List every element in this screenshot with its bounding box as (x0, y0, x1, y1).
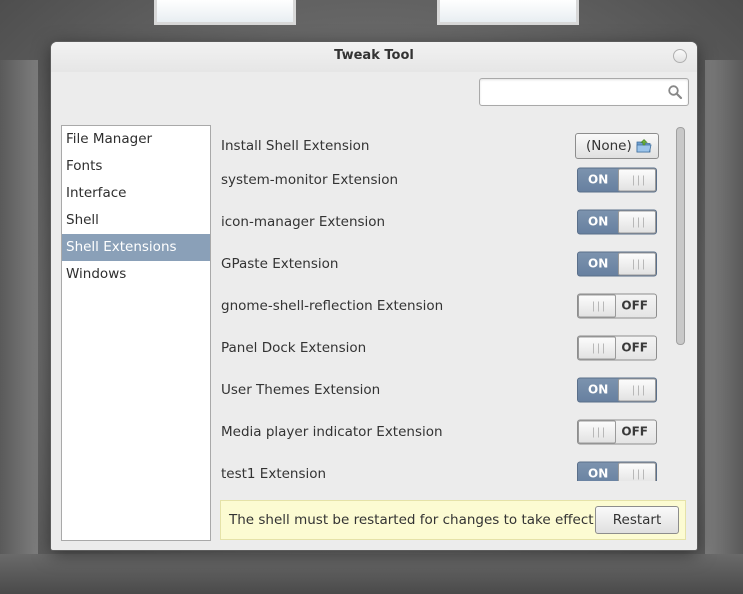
switch-state-label: ON (588, 256, 609, 271)
extensions-list: Install Shell Extension (None) system-mo… (219, 125, 685, 481)
switch-knob[interactable] (618, 210, 656, 234)
extension-toggle-switch[interactable]: OFF (577, 419, 657, 445)
switch-knob[interactable] (578, 294, 616, 318)
switch-knob[interactable] (618, 168, 656, 192)
extension-label: User Themes Extension (221, 382, 381, 398)
search-icon[interactable] (667, 84, 683, 100)
grip-icon (633, 469, 644, 480)
grip-icon (633, 385, 644, 396)
window-title: Tweak Tool (334, 48, 414, 63)
switch-state-label: ON (588, 382, 609, 397)
tweak-tool-window: Tweak Tool File Manager Fonts Interface She… (51, 42, 697, 550)
switch-knob[interactable] (618, 378, 656, 402)
install-extension-file-button[interactable]: (None) (575, 133, 659, 159)
extension-row: User Themes Extension ON (219, 369, 671, 411)
file-button-label: (None) (586, 138, 632, 154)
background-left-wall (0, 60, 38, 560)
close-icon[interactable] (673, 49, 687, 63)
folder-open-icon (636, 139, 652, 153)
extension-row: gnome-shell-reflection Extension OFF (219, 285, 671, 327)
extension-label: gnome-shell-reflection Extension (221, 298, 444, 314)
extension-row: Media player indicator Extension OFF (219, 411, 671, 453)
background-skylight (437, 0, 579, 25)
extension-toggle-switch[interactable]: OFF (577, 293, 657, 319)
extension-toggle-switch[interactable]: ON (577, 167, 657, 193)
grip-icon (593, 343, 604, 354)
scrollbar-thumb[interactable] (676, 127, 685, 345)
extension-label: system-monitor Extension (221, 172, 399, 188)
extension-toggle-switch[interactable]: ON (577, 461, 657, 481)
restart-button[interactable]: Restart (595, 506, 679, 534)
switch-state-label: OFF (621, 340, 648, 355)
extension-toggle-switch[interactable]: ON (577, 251, 657, 277)
titlebar[interactable]: Tweak Tool (51, 42, 697, 72)
background-skylight (154, 0, 296, 25)
background-floor (0, 554, 743, 594)
grip-icon (633, 175, 644, 186)
grip-icon (633, 217, 644, 228)
extension-toggle-switch[interactable]: ON (577, 209, 657, 235)
extension-row: test1 Extension ON (219, 453, 671, 481)
search-input[interactable] (479, 78, 689, 106)
background-right-wall (705, 60, 743, 560)
extension-row: Panel Dock Extension OFF (219, 327, 671, 369)
sidebar-item-file-manager[interactable]: File Manager (62, 126, 210, 153)
switch-knob[interactable] (578, 336, 616, 360)
sidebar-item-shell-extensions[interactable]: Shell Extensions (62, 234, 210, 261)
switch-state-label: ON (588, 214, 609, 229)
switch-state-label: ON (588, 466, 609, 481)
grip-icon (593, 301, 604, 312)
grip-icon (593, 427, 604, 438)
extension-row: icon-manager Extension ON (219, 201, 671, 243)
sidebar-item-windows[interactable]: Windows (62, 261, 210, 288)
restart-infobar: The shell must be restarted for changes … (220, 500, 686, 540)
switch-state-label: OFF (621, 298, 648, 313)
sidebar-item-interface[interactable]: Interface (62, 180, 210, 207)
extension-row: GPaste Extension ON (219, 243, 671, 285)
extension-label: Media player indicator Extension (221, 424, 443, 440)
grip-icon (633, 259, 644, 270)
extension-label: icon-manager Extension (221, 214, 386, 230)
switch-knob[interactable] (618, 462, 656, 481)
extension-toggle-switch[interactable]: ON (577, 377, 657, 403)
sidebar-item-fonts[interactable]: Fonts (62, 153, 210, 180)
extension-label: Panel Dock Extension (221, 340, 367, 356)
extension-label: test1 Extension (221, 466, 327, 481)
extension-label: GPaste Extension (221, 256, 339, 272)
extension-toggle-switch[interactable]: OFF (577, 335, 657, 361)
extension-row: system-monitor Extension ON (219, 159, 671, 201)
switch-state-label: ON (588, 172, 609, 187)
scrollbar[interactable] (675, 125, 685, 481)
switch-knob[interactable] (578, 420, 616, 444)
install-extension-label: Install Shell Extension (221, 138, 370, 154)
sidebar: File Manager Fonts Interface Shell Shell Ext… (61, 125, 211, 541)
switch-state-label: OFF (621, 424, 648, 439)
sidebar-item-shell[interactable]: Shell (62, 207, 210, 234)
restart-message: The shell must be restarted for changes … (229, 512, 594, 528)
switch-knob[interactable] (618, 252, 656, 276)
